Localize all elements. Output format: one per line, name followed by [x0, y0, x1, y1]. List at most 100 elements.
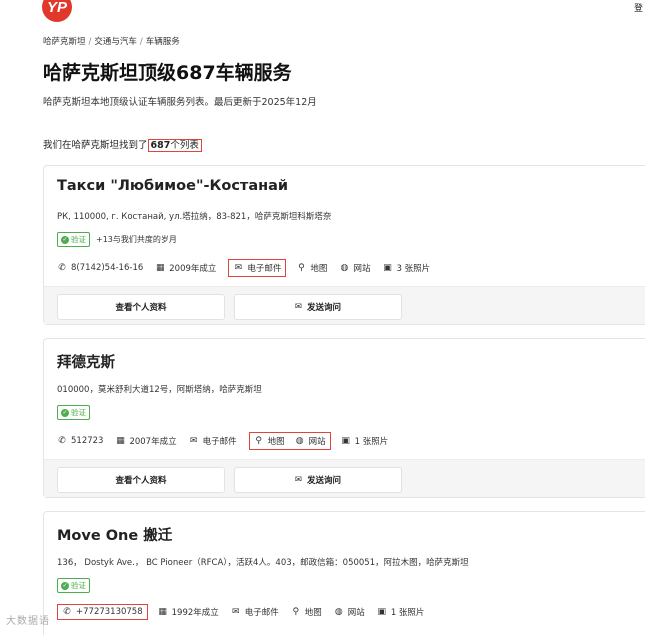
verified-label: 验证: [71, 408, 86, 417]
verified-badge: ✓ 验证: [57, 578, 90, 593]
calendar-icon: ▦: [156, 263, 165, 273]
map-item[interactable]: ⚲ 地图: [254, 435, 285, 447]
verified-label: 验证: [71, 581, 86, 590]
image-icon: ▣: [383, 263, 392, 273]
email-text: 电子邮件: [202, 437, 237, 447]
calendar-icon: ▦: [116, 436, 125, 446]
phone-icon: ✆: [58, 263, 66, 273]
years-badge: +13与我们共度的岁月: [96, 235, 177, 244]
listing-address: 136， Dostyk Ave.， BC Pioneer（RFCA），活跃4人。…: [57, 558, 469, 568]
map-item[interactable]: ⚲ 地图: [291, 606, 322, 618]
verified-badge: ✓ 验证: [57, 405, 90, 420]
listing-address: РК, 110000, г. Костанай, ул.塔拉纳，83-821，哈…: [57, 212, 332, 222]
listing-title[interactable]: Move One 搬迁: [57, 524, 172, 545]
send-inquiry-label: 发送询问: [307, 476, 342, 486]
send-inquiry-label: 发送询问: [307, 303, 342, 313]
map-pin-icon: ⚲: [255, 436, 262, 446]
view-profile-button[interactable]: 查看个人资料: [57, 467, 225, 493]
page-title: 哈萨克斯坦顶级687车辆服务: [43, 62, 292, 84]
page-subtitle: 哈萨克斯坦本地顶级认证车辆服务列表。最后更新于2025年12月: [43, 97, 317, 108]
map-text: 地图: [267, 437, 285, 447]
photos-item[interactable]: ▣ 1 张照片: [341, 435, 389, 447]
photos-text: 1 张照片: [390, 608, 425, 618]
results-count: 我们在哈萨克斯坦找到了 687个列表: [43, 137, 202, 152]
envelope-icon: ✉: [231, 607, 240, 617]
map-text: 地图: [310, 264, 328, 274]
website-text: 网站: [308, 437, 326, 447]
email-text: 电子邮件: [244, 608, 279, 618]
check-icon: ✓: [61, 235, 69, 244]
phone-text: +77273130758: [76, 607, 143, 617]
website-item[interactable]: ◍ 网站: [334, 606, 365, 618]
send-inquiry-button[interactable]: ✉ 发送询问: [234, 294, 402, 320]
phone-item[interactable]: ✆ 512723: [57, 436, 103, 446]
login-link[interactable]: 登: [634, 1, 643, 14]
results-count-highlight: 687个列表: [147, 139, 202, 152]
envelope-icon: ✉: [294, 302, 303, 312]
envelope-icon: ✉: [189, 436, 198, 446]
photos-text: 1 张照片: [354, 437, 389, 447]
image-icon: ▣: [377, 607, 387, 617]
founded-item: ▦ 2009年成立: [155, 262, 216, 274]
send-inquiry-button[interactable]: ✉ 发送询问: [234, 467, 402, 493]
email-item[interactable]: ✉ 电子邮件: [189, 435, 237, 447]
logo-text: YP: [46, 0, 67, 16]
globe-icon: ◍: [340, 263, 349, 273]
globe-icon: ◍: [334, 607, 343, 617]
image-icon: ▣: [341, 436, 350, 446]
calendar-icon: ▦: [158, 607, 167, 617]
verified-badge: ✓ 验证: [57, 232, 90, 247]
phone-item[interactable]: ✆ 8(7142)54-16-16: [57, 263, 143, 273]
listing-address: 010000，莫米舒利大道12号，阿斯塔纳，哈萨克斯坦: [57, 385, 262, 395]
phone-text: 512723: [71, 436, 104, 446]
map-item[interactable]: ⚲ 地图: [296, 262, 327, 274]
website-item[interactable]: ◍ 网站: [339, 262, 371, 274]
globe-icon: ◍: [295, 436, 304, 446]
map-pin-icon: ⚲: [292, 607, 300, 617]
card-footer: 查看个人资料 ✉ 发送询问: [44, 286, 645, 324]
founded-item: ▦ 2007年成立: [115, 435, 176, 447]
listing-card: Move One 搬迁 136， Dostyk Ave.， BC Pioneer…: [43, 511, 645, 635]
results-count-prefix: 我们在哈萨克斯坦找到了: [43, 140, 148, 151]
founded-item: ▦ 1992年成立: [158, 606, 219, 618]
card-footer: 查看个人资料 ✉ 发送询问: [44, 459, 645, 497]
results-count-suffix: 个列表: [170, 140, 199, 151]
email-item[interactable]: ✉ 电子邮件: [231, 606, 279, 618]
website-item[interactable]: ◍ 网站: [295, 435, 326, 447]
email-highlight: ✉ 电子邮件: [228, 259, 287, 277]
breadcrumb-item-country[interactable]: 哈萨克斯坦: [43, 37, 86, 47]
check-icon: ✓: [61, 408, 69, 417]
website-text: 网站: [347, 608, 365, 618]
listing-card: Такси "Любимое"-Костанай РК, 110000, г. …: [43, 165, 645, 325]
founded-text: 2009年成立: [169, 264, 217, 274]
watermark: 大数据语: [6, 616, 50, 627]
results-count-number: 687: [150, 140, 171, 151]
map-pin-icon: ⚲: [298, 263, 305, 273]
breadcrumb: 哈萨克斯坦 / 交通与汽车 / 车辆服务: [43, 37, 180, 47]
founded-text: 1992年成立: [171, 608, 219, 618]
email-item[interactable]: ✉ 电子邮件: [233, 262, 282, 274]
listing-title[interactable]: Такси "Любимое"-Костанай: [57, 178, 288, 194]
phone-icon: ✆: [58, 436, 66, 446]
phone-highlight: ✆ +77273130758: [57, 604, 148, 620]
site-logo[interactable]: YP: [42, 0, 72, 22]
photos-text: 3 张照片: [396, 264, 431, 274]
breadcrumb-item-category[interactable]: 交通与汽车: [94, 37, 137, 47]
photos-item[interactable]: ▣ 3 张照片: [382, 262, 430, 274]
phone-text: 8(7142)54-16-16: [71, 263, 144, 273]
verified-label: 验证: [71, 235, 86, 244]
founded-text: 2007年成立: [129, 437, 177, 447]
phone-icon: ✆: [63, 607, 71, 617]
envelope-icon: ✉: [234, 263, 243, 273]
view-profile-button[interactable]: 查看个人资料: [57, 294, 225, 320]
check-icon: ✓: [61, 581, 69, 590]
email-text: 电子邮件: [247, 264, 282, 274]
map-text: 地图: [304, 608, 322, 618]
listing-title[interactable]: 拜德克斯: [57, 351, 115, 372]
photos-item[interactable]: ▣ 1 张照片: [377, 606, 425, 618]
phone-item[interactable]: ✆ +77273130758: [62, 607, 143, 617]
map-website-highlight: ⚲ 地图 ◍ 网站: [248, 432, 331, 450]
envelope-icon: ✉: [294, 475, 303, 485]
breadcrumb-item-current[interactable]: 车辆服务: [146, 37, 180, 47]
listing-card: 拜德克斯 010000，莫米舒利大道12号，阿斯塔纳，哈萨克斯坦 ✓ 验证 ✆ 51…: [43, 338, 645, 498]
